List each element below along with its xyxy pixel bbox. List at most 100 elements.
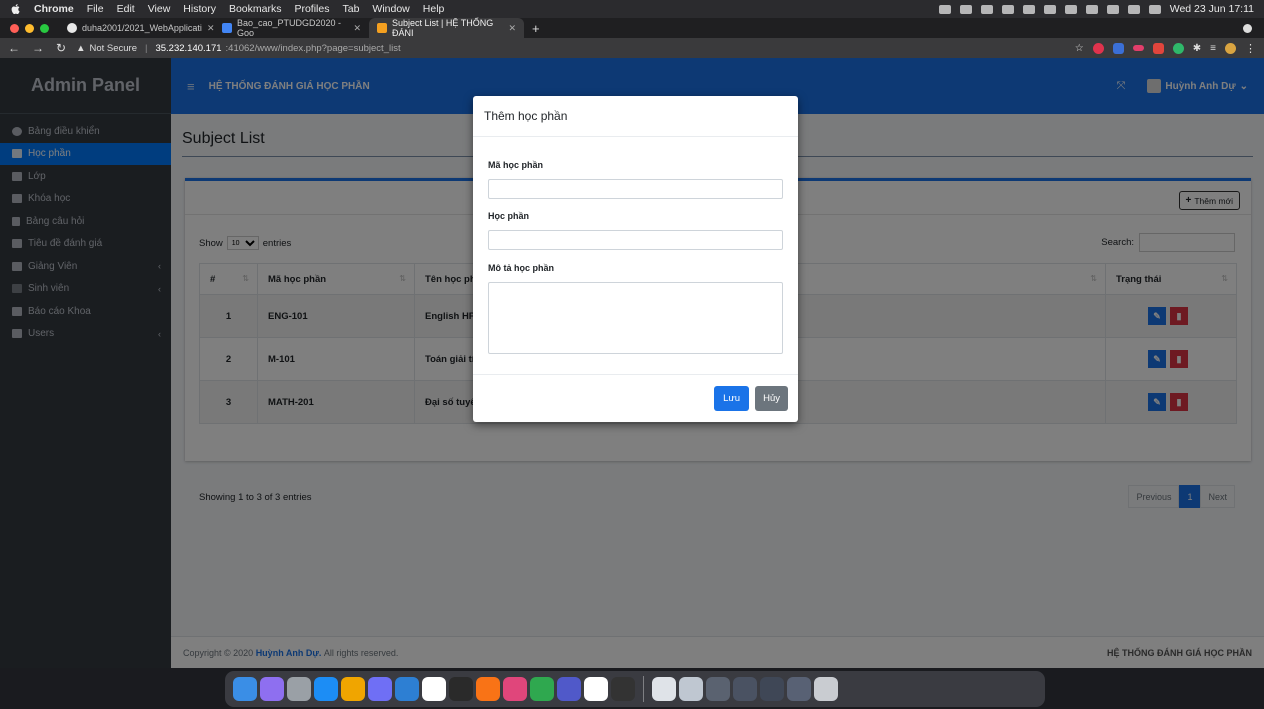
document-icon[interactable] [652,677,676,701]
modal-footer: Lưu Hủy [473,374,798,422]
tab-title: duha2001/2021_WebApplicati [82,23,202,33]
menu-view[interactable]: View [148,3,171,15]
add-subject-modal: Thêm học phần Mã học phần Học phần Mô tả… [473,96,798,422]
tab-title: Subject List | HỆ THỐNG ĐÁNI [392,18,494,38]
safari-icon[interactable] [287,677,311,701]
vim-icon[interactable] [530,677,554,701]
cancel-button[interactable]: Hủy [755,386,788,411]
status-record-icon[interactable] [959,4,972,14]
reading-list-icon[interactable]: ≡ [1210,43,1216,54]
status-v-icon[interactable] [980,4,993,14]
window-thumb-icon[interactable] [760,677,784,701]
chrome-icon[interactable] [341,677,365,701]
bookmark-star-icon[interactable]: ☆ [1075,43,1084,54]
tab-close-icon[interactable]: ✕ [353,23,361,34]
description-textarea[interactable] [488,282,783,354]
spotlight-icon[interactable] [1106,4,1119,14]
status-app-icon[interactable] [938,4,951,14]
zoom-window-button[interactable] [40,23,49,33]
maps-icon[interactable] [314,677,338,701]
window-thumb-icon[interactable] [733,677,757,701]
ext-incognito-icon[interactable] [1152,42,1164,54]
menu-help[interactable]: Help [423,3,445,15]
clock[interactable]: Wed 23 Jun 17:11 [1170,3,1254,15]
url-host: 35.232.140.171 [155,42,222,54]
sublime-icon[interactable] [476,677,500,701]
address-bar-row: ← → ↻ ▲ Not Secure | 35.232.140.171:4106… [0,38,1264,58]
tab-google-docs[interactable]: Bao_cao_PTUDGD2020 - Goo ✕ [214,18,369,38]
nav-buttons: ← → ↻ [8,41,66,55]
window-controls [10,23,49,33]
url-path: :41062/www/index.php?page=subject_list [225,42,401,54]
close-window-button[interactable] [10,23,19,33]
modal-title: Thêm học phần [473,96,798,137]
url-separator: | [145,42,148,54]
reload-icon[interactable]: ↻ [56,41,66,55]
chrome-menu-icon[interactable]: ⋮ [1245,42,1256,55]
volume-icon[interactable] [1022,4,1035,14]
terminal-icon[interactable] [611,677,635,701]
new-tab-button[interactable]: + [532,21,540,36]
code-input[interactable] [488,179,783,199]
trash-icon[interactable] [814,677,838,701]
extensions-puzzle-icon[interactable]: ✱ [1193,43,1201,54]
status-icons: Wed 23 Jun 17:11 [938,3,1254,15]
dock-divider [643,676,644,702]
code-label: Mã học phần [488,160,544,170]
save-button[interactable]: Lưu [714,386,749,411]
menu-history[interactable]: History [183,3,216,15]
menu-edit[interactable]: Edit [117,3,135,15]
launchpad-icon[interactable] [260,677,284,701]
url-field[interactable]: ▲ Not Secure | 35.232.140.171:41062/www/… [76,43,401,54]
name-input[interactable] [488,230,783,250]
ext-green-icon[interactable] [1172,42,1184,54]
window-thumb-icon[interactable] [706,677,730,701]
vscode-icon[interactable] [395,677,419,701]
minimize-window-button[interactable] [25,23,34,33]
back-icon[interactable]: ← [8,41,20,55]
preview-icon[interactable] [679,677,703,701]
ext-abp-icon[interactable] [1092,42,1104,54]
teams-icon[interactable] [557,677,581,701]
finder-icon[interactable] [233,677,257,701]
menu-tab[interactable]: Tab [342,3,359,15]
tab-subject-list[interactable]: Subject List | HỆ THỐNG ĐÁNI ✕ [369,18,524,38]
messenger-icon[interactable] [368,677,392,701]
browser-tabbar: duha2001/2021_WebApplicati ✕ Bao_cao_PTU… [0,18,1264,38]
tab-github[interactable]: duha2001/2021_WebApplicati ✕ [59,18,214,38]
docs-icon [222,23,232,33]
macos-menubar: Chrome File Edit View History Bookmarks … [0,0,1264,18]
menu-window[interactable]: Window [372,3,409,15]
github-icon [67,23,77,33]
battery-icon[interactable] [1043,4,1056,14]
apple-icon[interactable] [10,3,22,15]
notion-icon[interactable] [422,677,446,701]
forward-icon[interactable]: → [32,41,44,55]
siri-icon[interactable] [1148,4,1161,14]
description-label: Mô tả học phần [488,263,554,273]
dock [225,671,1045,707]
status-display-icon[interactable] [1001,4,1014,14]
ext-screen-icon[interactable] [1132,45,1144,51]
profile-avatar-icon[interactable] [1225,42,1236,54]
wifi-icon[interactable] [1064,4,1077,14]
menu-file[interactable]: File [87,3,104,15]
web-page: Admin Panel Bảng điều khiển Học phần Lớp… [0,58,1264,668]
menu-bookmarks[interactable]: Bookmarks [229,3,282,15]
bluetooth-icon[interactable] [1085,4,1098,14]
site-icon [377,23,387,33]
tab-title: Bao_cao_PTUDGD2020 - Goo [237,18,342,38]
tab-close-icon[interactable]: ✕ [508,23,516,34]
menu-profiles[interactable]: Profiles [294,3,329,15]
menu-app-name[interactable]: Chrome [34,3,74,15]
ext-translate-icon[interactable] [1112,42,1124,54]
profile-dot-icon[interactable] [1243,23,1252,33]
security-label: Not Secure [89,42,137,54]
control-center-icon[interactable] [1127,4,1140,14]
terminal-app-icon[interactable] [449,677,473,701]
slack-icon[interactable] [584,677,608,701]
screen-icon[interactable] [503,677,527,701]
name-label: Học phần [488,211,530,221]
window-thumb-icon[interactable] [787,677,811,701]
extensions: ☆ ✱ ≡ ⋮ [1075,42,1256,55]
